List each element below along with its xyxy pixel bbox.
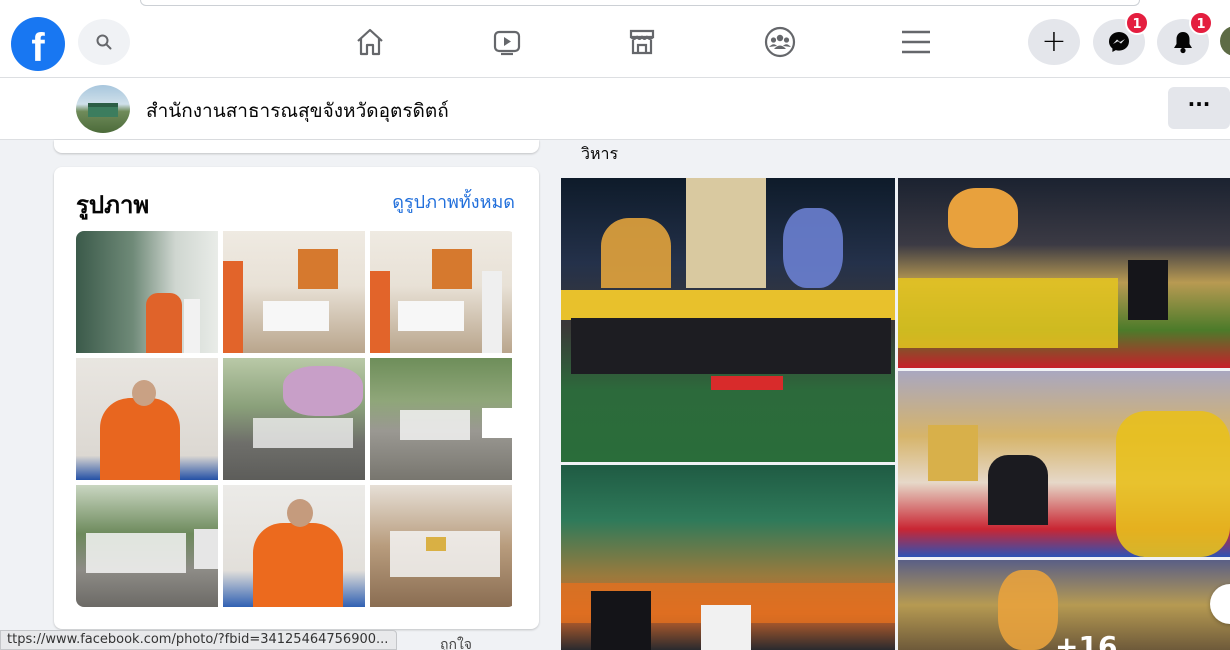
groups-icon: [764, 26, 796, 58]
top-navigation-bar: f + 1 1: [0, 0, 1230, 78]
nav-marketplace[interactable]: [622, 22, 662, 62]
photos-grid: [76, 231, 516, 607]
page-header-bar: สำนักงานสาธารณสุขจังหวัดอุตรดิตถ์ ···: [0, 78, 1230, 140]
see-all-photos-link[interactable]: ดูรูปภาพทั้งหมด: [392, 187, 515, 216]
photo-thumbnail[interactable]: [76, 485, 218, 607]
nav-menu[interactable]: [896, 22, 936, 62]
video-icon: [493, 30, 521, 56]
photo-thumbnail[interactable]: [370, 231, 512, 353]
photo-thumbnail[interactable]: [223, 358, 365, 480]
more-options-button[interactable]: ···: [1168, 87, 1230, 129]
plus-icon: +: [1041, 24, 1067, 59]
logo-letter: f: [31, 26, 45, 70]
page-name[interactable]: สำนักงานสาธารณสุขจังหวัดอุตรดิตถ์: [146, 96, 449, 126]
notifications-badge: 1: [1189, 11, 1213, 35]
photos-card-title: รูปภาพ: [76, 191, 150, 219]
home-icon: [357, 28, 383, 56]
marketplace-icon: [629, 29, 655, 55]
more-photos-count[interactable]: +16: [1055, 630, 1117, 650]
like-action-text[interactable]: ถูกใจ: [440, 634, 472, 650]
messenger-button[interactable]: 1: [1093, 11, 1149, 65]
facebook-logo-icon[interactable]: f: [11, 17, 65, 71]
photo-thumbnail[interactable]: [223, 485, 365, 607]
search-icon: [96, 34, 112, 50]
create-button[interactable]: +: [1028, 19, 1080, 65]
nav-watch[interactable]: [487, 22, 527, 62]
nav-groups[interactable]: [760, 22, 800, 62]
feed-photo-bottom-left[interactable]: [561, 465, 895, 650]
photo-thumbnail[interactable]: [76, 358, 218, 480]
photos-card: รูปภาพ ดูรูปภาพทั้งหมด: [54, 167, 539, 629]
photo-thumbnail[interactable]: [223, 231, 365, 353]
bell-icon: [1174, 32, 1192, 54]
page-avatar[interactable]: [76, 85, 130, 133]
feed-photo-right-top[interactable]: [898, 178, 1230, 368]
page-avatar-building: [88, 103, 118, 117]
photo-thumbnail[interactable]: [76, 231, 218, 353]
messenger-badge: 1: [1125, 11, 1149, 35]
photo-thumbnail[interactable]: [370, 485, 512, 607]
messenger-icon: [1109, 32, 1129, 52]
account-avatar[interactable]: [1220, 26, 1230, 56]
feed-photo-right-middle[interactable]: [898, 371, 1230, 557]
browser-address-strip: [140, 0, 1140, 6]
menu-icon: [902, 30, 930, 54]
notifications-button[interactable]: 1: [1157, 11, 1213, 65]
search-button[interactable]: [78, 19, 130, 65]
nav-home[interactable]: [350, 22, 390, 62]
previous-card: [54, 140, 539, 153]
post-caption-text: วิหาร: [581, 144, 619, 163]
status-bar-url: ttps://www.facebook.com/photo/?fbid=3412…: [0, 630, 398, 650]
feed-photo-main[interactable]: [561, 178, 895, 462]
photo-thumbnail[interactable]: [370, 358, 512, 480]
